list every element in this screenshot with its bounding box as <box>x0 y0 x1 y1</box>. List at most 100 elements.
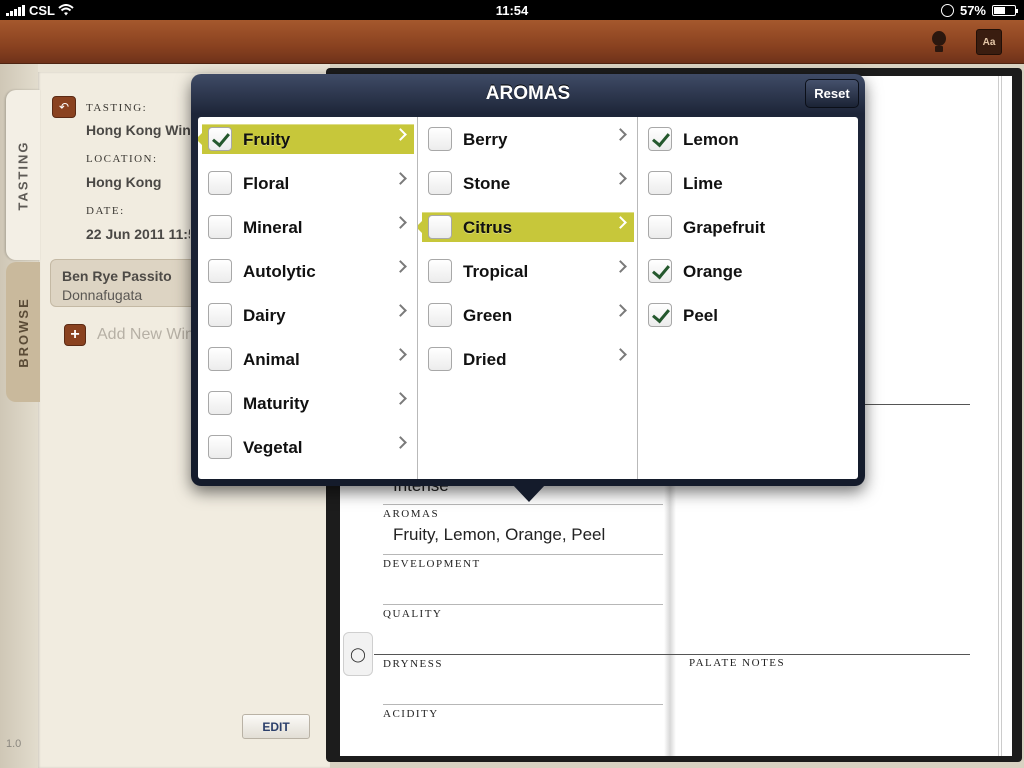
development-label[interactable]: DEVELOPMENT <box>383 558 481 570</box>
aromas-picker: Fruity Floral Mineral Autolytic Dairy Animal M… <box>198 117 858 479</box>
battery-percent: 57% <box>959 3 986 18</box>
chevron-right-icon <box>394 172 407 185</box>
edit-button[interactable]: EDIT <box>242 714 310 739</box>
aroma-option-berry[interactable]: Berry <box>418 117 637 161</box>
chevron-right-icon <box>394 260 407 273</box>
aroma-option-label: Citrus <box>463 218 513 237</box>
divider <box>374 654 970 655</box>
aroma-option-label: Grapefruit <box>683 218 766 237</box>
aroma-option-label: Dried <box>463 350 507 369</box>
plus-icon: + <box>70 326 80 343</box>
aroma-category-column: Fruity Floral Mineral Autolytic Dairy Animal M… <box>198 117 418 479</box>
version-label: 1.0 <box>6 738 22 750</box>
aroma-option-peel[interactable]: Peel <box>638 293 858 337</box>
acidity-label[interactable]: ACIDITY <box>383 708 439 720</box>
palate-notes-label[interactable]: PALATE NOTES <box>689 657 785 669</box>
tab-browse[interactable]: BROWSE <box>6 262 40 402</box>
mouth-icon[interactable]: ◯ <box>343 632 373 676</box>
status-bar: CSL 11:54 57% <box>0 0 1024 20</box>
checkbox[interactable] <box>428 171 452 195</box>
lightbulb-icon[interactable] <box>927 29 953 55</box>
wine-name: Ben Rye Passito <box>62 268 172 284</box>
font-settings-icon[interactable]: Aa <box>976 29 1002 55</box>
checkbox[interactable] <box>428 215 452 239</box>
aroma-option-tropical[interactable]: Tropical <box>418 249 637 293</box>
aroma-option-animal[interactable]: Animal <box>198 337 417 381</box>
aroma-option-stone[interactable]: Stone <box>418 161 637 205</box>
checkbox[interactable] <box>428 303 452 327</box>
selection-highlight <box>418 212 634 242</box>
wine-producer: Donnafugata <box>62 287 143 303</box>
chevron-right-icon <box>394 348 407 361</box>
aroma-option-dried[interactable]: Dried <box>418 337 637 381</box>
aromas-label: AROMAS <box>383 508 440 520</box>
checkbox[interactable] <box>208 303 232 327</box>
aroma-option-lime[interactable]: Lime <box>638 161 858 205</box>
aroma-option-label: Vegetal <box>243 438 303 457</box>
tab-tasting[interactable]: TASTING <box>6 90 40 260</box>
checkbox[interactable] <box>648 259 672 283</box>
chevron-right-icon <box>394 392 407 405</box>
chevron-right-icon <box>614 304 627 317</box>
aroma-option-green[interactable]: Green <box>418 293 637 337</box>
checkbox[interactable] <box>208 391 232 415</box>
aroma-option-label: Berry <box>463 130 508 149</box>
checkbox[interactable] <box>648 127 672 151</box>
rotation-lock-icon <box>940 4 954 17</box>
checkbox[interactable] <box>208 347 232 371</box>
aroma-option-lemon[interactable]: Lemon <box>638 117 858 161</box>
aroma-option-label: Green <box>463 306 513 325</box>
aroma-option-label: Animal <box>243 350 300 369</box>
checkbox[interactable] <box>648 303 672 327</box>
add-wine-button[interactable]: + <box>64 324 86 346</box>
checkbox[interactable] <box>208 435 232 459</box>
aroma-option-label: Lemon <box>683 130 739 149</box>
back-arrow-icon: ↶ <box>58 100 70 114</box>
aroma-option-label: Maturity <box>243 394 310 413</box>
date-value: 22 Jun 2011 11:54 <box>86 226 190 242</box>
checkbox[interactable] <box>428 127 452 151</box>
aroma-option-orange[interactable]: Orange <box>638 249 858 293</box>
dryness-label[interactable]: DRYNESS <box>383 658 443 670</box>
aroma-option-label: Dairy <box>243 306 286 325</box>
location-value: Hong Kong <box>86 174 162 190</box>
aroma-option-label: Floral <box>243 174 290 193</box>
chevron-right-icon <box>394 304 407 317</box>
checkbox[interactable] <box>648 171 672 195</box>
checkbox[interactable] <box>428 259 452 283</box>
checkbox[interactable] <box>208 127 232 151</box>
back-button[interactable]: ↶ <box>52 96 76 118</box>
divider <box>383 704 663 705</box>
aroma-option-mineral[interactable]: Mineral <box>198 205 417 249</box>
chevron-right-icon <box>394 436 407 449</box>
divider <box>383 554 663 555</box>
aroma-option-citrus[interactable]: Citrus <box>418 205 637 249</box>
location-label: LOCATION: <box>86 153 158 165</box>
aroma-option-maturity[interactable]: Maturity <box>198 381 417 425</box>
quality-label[interactable]: QUALITY <box>383 608 442 620</box>
popover-arrow <box>512 484 546 502</box>
aroma-option-autolytic[interactable]: Autolytic <box>198 249 417 293</box>
aroma-option-label: Stone <box>463 174 511 193</box>
aroma-option-dairy[interactable]: Dairy <box>198 293 417 337</box>
aroma-option-vegetal[interactable]: Vegetal <box>198 425 417 469</box>
aroma-option-floral[interactable]: Floral <box>198 161 417 205</box>
popover-title: AROMAS <box>485 83 571 104</box>
add-wine-label[interactable]: Add New Wine <box>97 326 197 344</box>
clock: 11:54 <box>495 3 529 18</box>
aroma-subcategory-column: Berry Stone Citrus Tropical Green Dried <box>418 117 638 479</box>
aromas-value[interactable]: Fruity, Lemon, Orange, Peel <box>393 525 605 545</box>
aroma-option-fruity[interactable]: Fruity <box>198 117 417 161</box>
wine-list-item[interactable]: Ben Rye Passito Donnafugata <box>50 259 200 307</box>
aroma-option-label: Mineral <box>243 218 303 237</box>
aroma-option-label: Autolytic <box>243 262 316 281</box>
checkbox[interactable] <box>648 215 672 239</box>
checkbox[interactable] <box>208 215 232 239</box>
aroma-option-label: Tropical <box>463 262 529 281</box>
aroma-option-grapefruit[interactable]: Grapefruit <box>638 205 858 249</box>
checkbox[interactable] <box>208 171 232 195</box>
reset-button[interactable]: Reset <box>805 79 859 108</box>
chevron-right-icon <box>394 216 407 229</box>
checkbox[interactable] <box>208 259 232 283</box>
checkbox[interactable] <box>428 347 452 371</box>
